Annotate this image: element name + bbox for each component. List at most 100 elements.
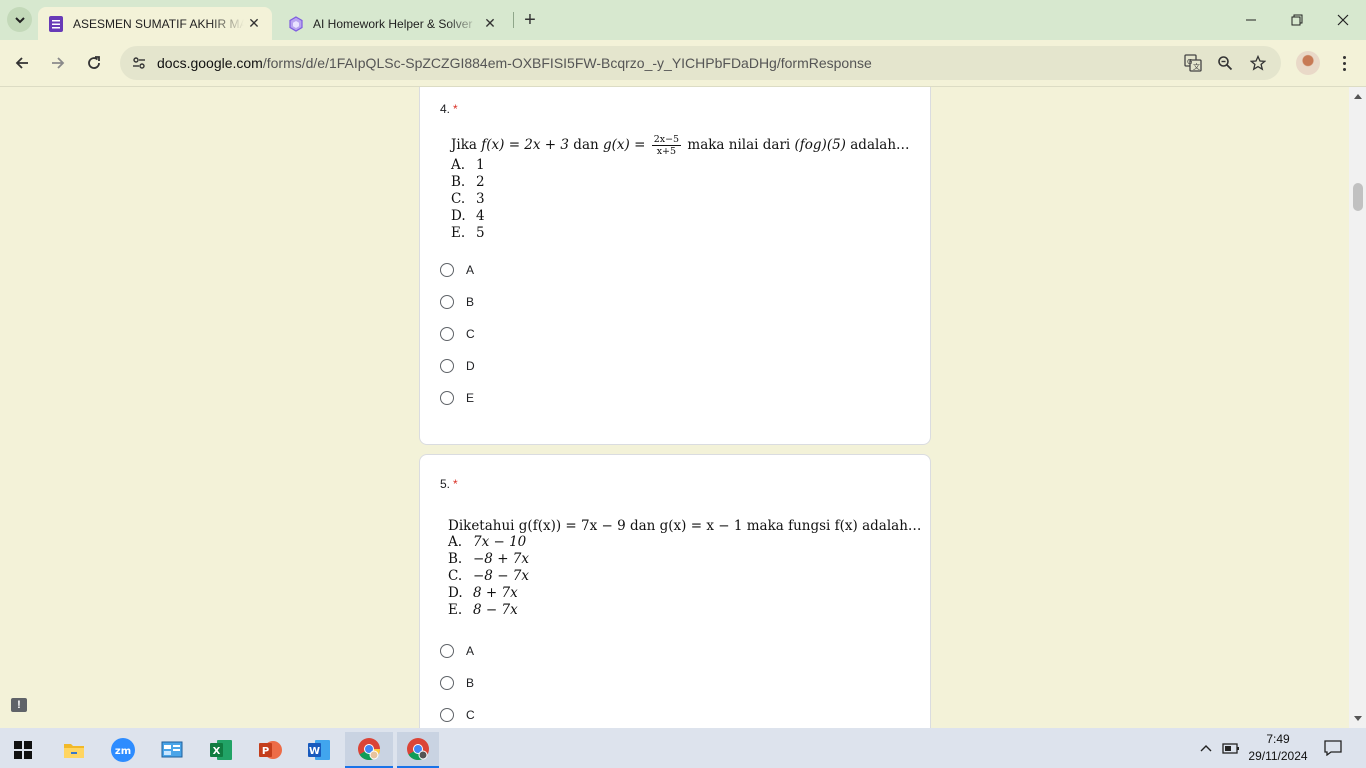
url-path: /forms/d/e/1FAIpQLSc-SpZCZGI884em-OXBFIS…: [262, 55, 872, 71]
clock-date: 29/11/2024: [1248, 749, 1308, 763]
page-content: 4. * Jika f(x) = 2x + 3 dan g(x) = 2x−5 x+…: [0, 87, 1349, 728]
arrow-left-icon: [15, 57, 28, 69]
reload-icon: [88, 56, 100, 69]
bookmark-star-icon[interactable]: [1247, 52, 1269, 74]
svg-text:X: X: [213, 746, 221, 757]
choice-a[interactable]: A: [440, 641, 474, 661]
question-title: 5. *: [440, 477, 458, 491]
tab-title: AI Homework Helper & Solver: [313, 16, 473, 31]
tab-asesmen[interactable]: ASESMEN SUMATIF AKHIR MATEMATIKA ✕: [38, 7, 272, 40]
tab-strip: ASESMEN SUMATIF AKHIR MATEMATIKA ✕ AI Ho…: [0, 0, 1366, 40]
choice-c[interactable]: C: [440, 324, 475, 344]
scroll-thumb[interactable]: [1353, 183, 1363, 211]
option-line: E. 5: [451, 225, 485, 241]
question-image: Diketahui g(f(x)) = 7x − 9 dan g(x) = x …: [448, 518, 921, 619]
system-clock[interactable]: 7:49 29/11/2024: [1240, 731, 1316, 765]
choice-b[interactable]: B: [440, 673, 474, 693]
required-asterisk: *: [453, 477, 458, 491]
option-line: B. −8 + 7x: [448, 551, 529, 567]
zoom-app-icon[interactable]: zm: [102, 732, 144, 768]
windows-start-icon[interactable]: [2, 732, 44, 768]
radio-button[interactable]: [440, 708, 454, 722]
back-button[interactable]: [8, 49, 36, 77]
tab-title: ASESMEN SUMATIF AKHIR MATEMATIKA: [73, 16, 244, 31]
arrow-right-icon: [52, 57, 65, 69]
svg-text:W: W: [309, 746, 320, 757]
chrome-profile-icon[interactable]: [397, 732, 439, 768]
choice-d[interactable]: D: [440, 356, 475, 376]
option-line: E. 8 − 7x: [448, 602, 518, 618]
choice-c[interactable]: C: [440, 705, 475, 725]
choice-a[interactable]: A: [440, 260, 474, 280]
browser-menu-icon[interactable]: [1333, 50, 1355, 76]
svg-text:文: 文: [1193, 62, 1200, 71]
chevron-down-icon: [14, 16, 25, 23]
minimize-button[interactable]: [1228, 0, 1274, 40]
tab-search-button[interactable]: [7, 7, 32, 32]
close-tab-icon[interactable]: ✕: [244, 14, 264, 34]
close-icon: [1337, 14, 1349, 26]
question-card-5: 5. * Diketahui g(f(x)) = 7x − 9 dan g(x) …: [419, 454, 931, 728]
radio-button[interactable]: [440, 327, 454, 341]
google-forms-icon: [48, 15, 64, 32]
fraction: 2x−5 x+5: [651, 134, 682, 157]
option-line: C. 3: [451, 191, 485, 207]
profile-avatar[interactable]: [1296, 51, 1320, 75]
show-hidden-icons-icon[interactable]: [1196, 728, 1216, 768]
zoom-out-icon[interactable]: [1214, 52, 1236, 74]
radio-button[interactable]: [440, 676, 454, 690]
required-asterisk: *: [453, 102, 458, 116]
radio-button[interactable]: [440, 391, 454, 405]
excel-icon[interactable]: X: [200, 732, 242, 768]
site-info-icon[interactable]: [128, 52, 150, 74]
close-tab-icon[interactable]: ✕: [480, 14, 500, 34]
url-text[interactable]: docs.google.com/forms/d/e/1FAIpQLSc-SpZC…: [157, 55, 872, 71]
scroll-down-icon[interactable]: [1349, 712, 1366, 726]
new-tab-button[interactable]: +: [519, 9, 541, 31]
forward-button[interactable]: [44, 49, 72, 77]
radio-button[interactable]: [440, 644, 454, 658]
radio-button[interactable]: [440, 295, 454, 309]
option-line: B. 2: [451, 174, 485, 190]
option-line: C. −8 − 7x: [448, 568, 529, 584]
report-problem-icon[interactable]: !: [11, 698, 27, 712]
chrome-icon[interactable]: [345, 732, 393, 768]
choice-e[interactable]: E: [440, 388, 474, 408]
file-explorer-icon[interactable]: [53, 732, 95, 768]
option-line: D. 8 + 7x: [448, 585, 518, 601]
url-host: docs.google.com: [157, 55, 263, 71]
close-window-button[interactable]: [1320, 0, 1366, 40]
page-scrollbar[interactable]: [1349, 87, 1366, 728]
browser-toolbar: docs.google.com/forms/d/e/1FAIpQLSc-SpZC…: [0, 40, 1366, 87]
tab-ai-helper[interactable]: AI Homework Helper & Solver ✕: [278, 7, 508, 40]
radio-button[interactable]: [440, 263, 454, 277]
control-panel-icon[interactable]: [151, 732, 193, 768]
word-icon[interactable]: W: [298, 732, 340, 768]
radio-button[interactable]: [440, 359, 454, 373]
windows-taskbar: zm X P W 7:49 29/11/2024: [0, 728, 1366, 768]
question-title: 4. *: [440, 102, 458, 116]
choice-b[interactable]: B: [440, 292, 474, 312]
powerpoint-icon[interactable]: P: [249, 732, 291, 768]
option-line: A. 7x − 10: [448, 534, 527, 550]
option-line: A. 1: [451, 157, 485, 173]
reload-button[interactable]: [80, 49, 108, 77]
svg-text:G: G: [1187, 58, 1192, 66]
clock-time: 7:49: [1266, 732, 1290, 746]
question-stem: Diketahui g(f(x)) = 7x − 9 dan g(x) = x …: [448, 518, 922, 534]
svg-text:zm: zm: [115, 746, 131, 757]
svg-text:P: P: [262, 746, 269, 757]
question-card-4: 4. * Jika f(x) = 2x + 3 dan g(x) = 2x−5 x+…: [419, 87, 931, 445]
restore-button[interactable]: [1274, 0, 1320, 40]
address-bar[interactable]: docs.google.com/forms/d/e/1FAIpQLSc-SpZC…: [120, 46, 1281, 80]
minimize-icon: [1246, 19, 1256, 21]
question-image: Jika f(x) = 2x + 3 dan g(x) = 2x−5 x+5 ma…: [451, 134, 910, 242]
notification-icon[interactable]: [1320, 728, 1346, 768]
translate-icon[interactable]: G文: [1182, 52, 1204, 74]
scroll-up-icon[interactable]: [1349, 89, 1366, 103]
option-line: D. 4: [451, 208, 485, 224]
question-number: 4.: [440, 102, 451, 116]
network-battery-icon[interactable]: [1220, 728, 1242, 768]
question-number: 5.: [440, 477, 451, 491]
tab-separator: [513, 12, 514, 28]
